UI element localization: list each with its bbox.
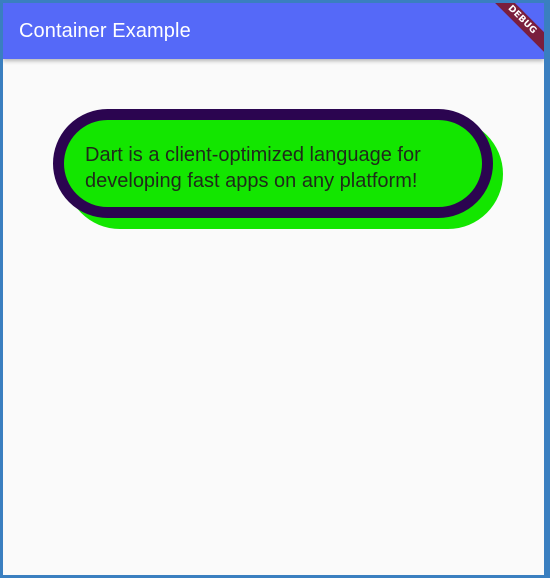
card-text: Dart is a client-optimized language for … [85,144,421,192]
app-bar: Container Example [3,3,544,59]
app-window: Container Example DEBUG Dart is a client… [0,0,550,578]
app-title: Container Example [19,20,191,42]
body-area: Dart is a client-optimized language for … [3,59,544,575]
text-container-card: Dart is a client-optimized language for … [53,109,493,218]
